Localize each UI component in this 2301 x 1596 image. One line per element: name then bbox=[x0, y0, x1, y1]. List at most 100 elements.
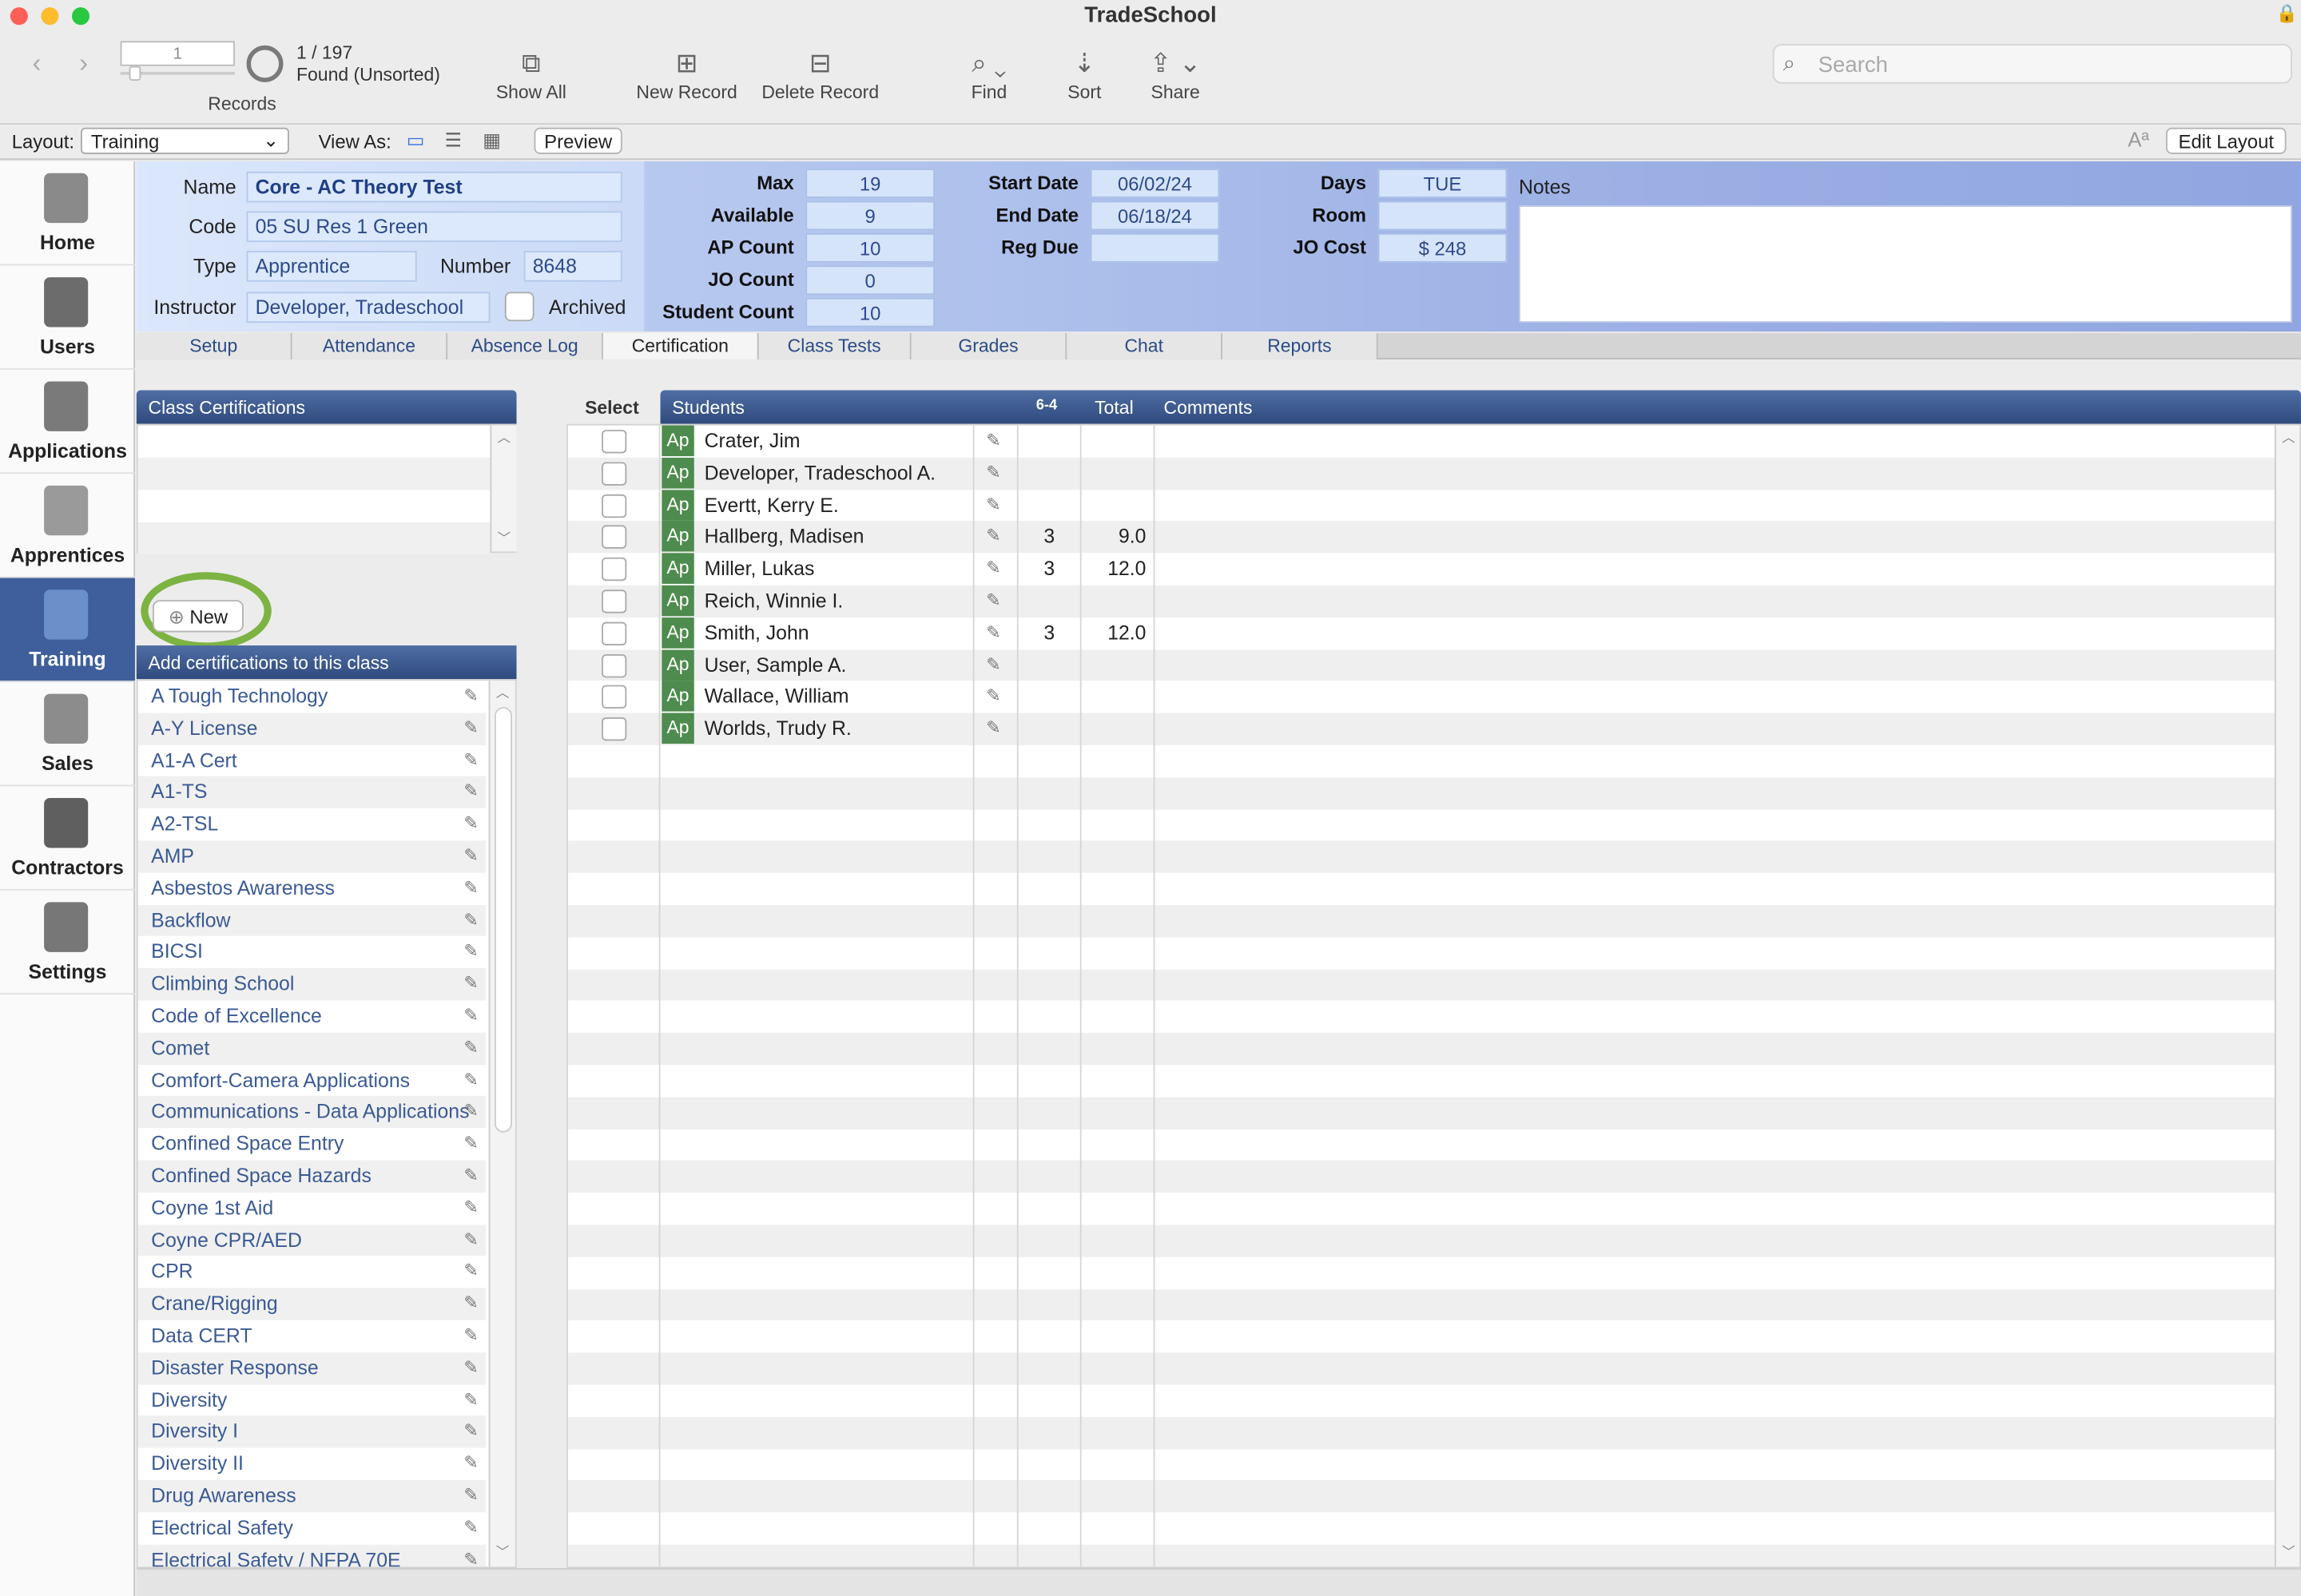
list-item[interactable]: AMP ✎ bbox=[137, 840, 486, 873]
layout-select[interactable]: Training ⌄ bbox=[81, 127, 289, 154]
pencil-icon[interactable]: ✎ bbox=[463, 1069, 478, 1090]
list-item[interactable]: Climbing School ✎ bbox=[137, 968, 486, 1001]
forward-arrow-icon[interactable]: › bbox=[79, 49, 88, 80]
select-checkbox[interactable] bbox=[602, 494, 627, 518]
list-item[interactable]: A2-TSL ✎ bbox=[138, 808, 486, 840]
list-item[interactable]: Confined Space Hazards ✎ bbox=[137, 1160, 486, 1193]
table-row[interactable]: Ap Miller, Lukas ✎ 3 12.0 bbox=[568, 553, 2275, 586]
class-certifications-list[interactable]: ︿ ﹀ bbox=[136, 423, 517, 555]
days-field[interactable]: TUE bbox=[1377, 169, 1508, 198]
select-checkbox[interactable] bbox=[602, 621, 627, 645]
tab-chat[interactable]: Chat bbox=[1067, 332, 1222, 359]
list-item[interactable]: Crane/Rigging ✎ bbox=[137, 1288, 486, 1320]
pencil-icon[interactable]: ✎ bbox=[986, 558, 1000, 578]
list-item[interactable]: A1-A Cert ✎ bbox=[138, 744, 486, 776]
pencil-icon[interactable]: ✎ bbox=[463, 1133, 478, 1153]
list-item[interactable]: BICSI ✎ bbox=[138, 936, 486, 968]
table-row[interactable]: Ap Smith, John ✎ 3 12.0 bbox=[568, 617, 2275, 649]
sidebar-item-home[interactable]: Home bbox=[0, 161, 135, 266]
pencil-icon[interactable]: ✎ bbox=[463, 1165, 478, 1185]
sidebar-item-contractors[interactable]: Contractors bbox=[0, 786, 135, 891]
pencil-icon[interactable]: ✎ bbox=[463, 1037, 478, 1058]
list-item[interactable]: Asbestos Awareness ✎ bbox=[138, 872, 486, 904]
list-item[interactable]: A Tough Technology ✎ bbox=[138, 681, 486, 713]
new-certification-button[interactable]: ⊕ New bbox=[153, 600, 244, 633]
table-view-icon[interactable]: ▦ bbox=[483, 129, 501, 153]
list-item[interactable]: Data CERT ✎ bbox=[138, 1320, 486, 1352]
sidebar-item-users[interactable]: Users bbox=[0, 265, 135, 370]
list-item[interactable]: Confined Space Entry ✎ bbox=[138, 1129, 486, 1161]
pencil-icon[interactable]: ✎ bbox=[463, 1229, 478, 1249]
search-input[interactable]: ⌕ Search bbox=[1772, 44, 2292, 84]
list-item[interactable]: Drug Awareness ✎ bbox=[137, 1479, 486, 1512]
notes-field[interactable] bbox=[1518, 205, 2292, 324]
table-row[interactable]: Ap Crater, Jim ✎ bbox=[568, 425, 2275, 458]
list-item[interactable]: Communications - Data Applications ✎ bbox=[137, 1096, 486, 1129]
pencil-icon[interactable]: ✎ bbox=[463, 781, 478, 802]
record-slider-handle[interactable] bbox=[129, 66, 141, 81]
available-certifications-list[interactable]: A Tough Technology ✎ A-Y License ✎ A1-A Cert… bbox=[136, 679, 517, 1569]
list-item[interactable]: Comfort-Camera Applications ✎ bbox=[138, 1064, 486, 1096]
pencil-icon[interactable]: ✎ bbox=[463, 717, 478, 738]
back-arrow-icon[interactable]: ‹ bbox=[32, 49, 41, 80]
select-checkbox[interactable] bbox=[602, 558, 627, 582]
tab-grades[interactable]: Grades bbox=[911, 332, 1067, 359]
select-checkbox[interactable] bbox=[602, 685, 627, 709]
sidebar-item-apprentices[interactable]: Apprentices bbox=[0, 474, 135, 578]
pencil-icon[interactable]: ✎ bbox=[463, 877, 478, 898]
pencil-icon[interactable]: ✎ bbox=[463, 685, 478, 706]
number-field[interactable]: 8648 bbox=[523, 251, 622, 282]
pencil-icon[interactable]: ✎ bbox=[986, 685, 1000, 706]
list-item[interactable]: Electrical Safety / NFPA 70E ✎ bbox=[137, 1543, 486, 1567]
pencil-icon[interactable]: ✎ bbox=[463, 909, 478, 930]
pencil-icon[interactable]: ✎ bbox=[986, 621, 1000, 642]
reg-due-field[interactable] bbox=[1090, 232, 1220, 263]
students-portal[interactable]: Ap Crater, Jim ✎ Ap Developer, Tradeschool A… bbox=[566, 423, 2301, 1569]
student-count-field[interactable]: 10 bbox=[805, 297, 935, 328]
pencil-icon[interactable]: ✎ bbox=[463, 1324, 478, 1345]
table-row[interactable]: Ap User, Sample A. ✎ bbox=[567, 649, 2275, 681]
record-number-input[interactable] bbox=[120, 41, 235, 66]
text-format-icon[interactable]: Aª bbox=[2128, 128, 2149, 151]
form-view-icon[interactable]: ▭ bbox=[407, 129, 425, 153]
scroll-down-icon[interactable]: ﹀ bbox=[2282, 1542, 2295, 1561]
tab-attendance[interactable]: Attendance bbox=[292, 332, 448, 359]
pencil-icon[interactable]: ✎ bbox=[463, 1452, 478, 1473]
students-scrollbar[interactable]: ︿ ﹀ bbox=[2274, 425, 2300, 1567]
edit-layout-button[interactable]: Edit Layout bbox=[2165, 127, 2287, 154]
ap-count-field[interactable]: 10 bbox=[805, 232, 935, 263]
list-item[interactable]: CPR ✎ bbox=[138, 1257, 486, 1288]
pencil-icon[interactable]: ✎ bbox=[463, 941, 478, 962]
pencil-icon[interactable]: ✎ bbox=[986, 494, 1000, 514]
sidebar-item-sales[interactable]: Sales bbox=[0, 682, 135, 787]
new-record-button[interactable]: ⊞ New Record bbox=[628, 44, 745, 103]
select-checkbox[interactable] bbox=[602, 526, 627, 550]
jo-cost-field[interactable]: $ 248 bbox=[1377, 232, 1508, 263]
show-all-button[interactable]: ⧉ Show All bbox=[472, 44, 590, 103]
available-field[interactable]: 9 bbox=[805, 200, 935, 231]
table-row[interactable]: Ap Hallberg, Madisen ✎ 3 9.0 bbox=[567, 521, 2275, 554]
sidebar-item-applications[interactable]: Applications bbox=[0, 370, 135, 474]
pencil-icon[interactable]: ✎ bbox=[986, 717, 1000, 738]
list-item[interactable]: A-Y License ✎ bbox=[137, 713, 486, 745]
preview-button[interactable]: Preview bbox=[534, 127, 622, 154]
list-item[interactable]: Code of Excellence ✎ bbox=[138, 1000, 486, 1032]
tab-absence-log[interactable]: Absence Log bbox=[447, 332, 603, 359]
jo-count-field[interactable]: 0 bbox=[805, 265, 935, 296]
select-checkbox[interactable] bbox=[602, 653, 627, 677]
pencil-icon[interactable]: ✎ bbox=[463, 1356, 478, 1377]
certifications-scrollbar[interactable]: ︿ ﹀ bbox=[490, 425, 517, 552]
pencil-icon[interactable]: ✎ bbox=[986, 653, 1000, 674]
pencil-icon[interactable]: ✎ bbox=[463, 1484, 478, 1505]
list-item[interactable]: Diversity ✎ bbox=[138, 1384, 486, 1416]
select-checkbox[interactable] bbox=[602, 430, 627, 454]
pencil-icon[interactable]: ✎ bbox=[463, 1516, 478, 1537]
table-row[interactable]: Ap Evertt, Kerry E. ✎ bbox=[568, 489, 2275, 522]
pencil-icon[interactable]: ✎ bbox=[463, 1548, 478, 1566]
list-item[interactable]: Disaster Response ✎ bbox=[137, 1352, 486, 1384]
pencil-icon[interactable]: ✎ bbox=[463, 1261, 478, 1281]
archived-checkbox[interactable] bbox=[504, 292, 535, 322]
name-field[interactable]: Core - AC Theory Test bbox=[246, 171, 622, 203]
sidebar-item-training[interactable]: Training bbox=[0, 578, 135, 682]
scroll-down-icon[interactable]: ﹀ bbox=[498, 528, 511, 547]
